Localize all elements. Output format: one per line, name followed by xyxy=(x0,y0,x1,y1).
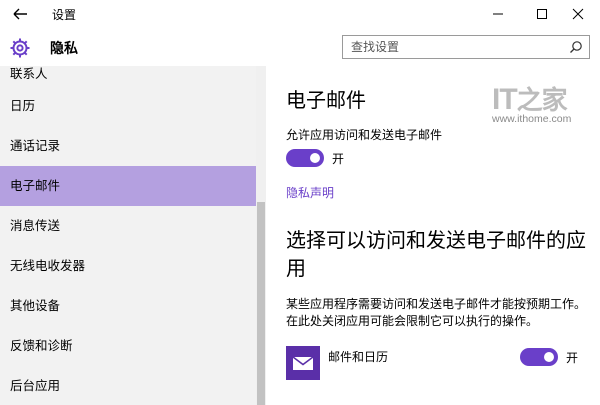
choose-apps-title: 选择可以访问和发送电子邮件的应用 xyxy=(286,228,586,280)
sidebar-item-feedback[interactable]: 反馈和诊断 xyxy=(0,326,256,366)
app-row-mail-calendar: 邮件和日历 开 xyxy=(286,346,600,386)
sidebar-item-email[interactable]: 电子邮件 xyxy=(0,166,256,206)
privacy-statement-link[interactable]: 隐私声明 xyxy=(286,184,334,201)
sidebar-scrollbar[interactable] xyxy=(256,66,266,405)
sidebar-item-other-devices[interactable]: 其他设备 xyxy=(0,286,256,326)
sidebar-scrollbar-thumb[interactable] xyxy=(257,202,265,405)
search-input[interactable] xyxy=(343,36,569,58)
back-arrow-icon xyxy=(13,8,27,20)
allow-email-label: 允许应用访问和发送电子邮件 xyxy=(286,128,443,142)
title-bar: 设置 xyxy=(0,0,600,28)
minimize-button[interactable] xyxy=(476,0,520,28)
sidebar-item-calendar[interactable]: 日历 xyxy=(0,86,256,126)
close-button[interactable] xyxy=(556,0,600,28)
sidebar-item-messaging[interactable]: 消息传送 xyxy=(0,206,256,246)
watermark-url: www.ithome.com xyxy=(492,113,572,125)
search-icon[interactable] xyxy=(569,40,583,54)
watermark: IT之家 www.ithome.com xyxy=(492,80,600,125)
gear-icon xyxy=(8,36,32,60)
mail-icon xyxy=(286,346,320,380)
window-title: 设置 xyxy=(52,8,77,22)
minimize-icon xyxy=(493,13,503,15)
mail-calendar-toggle-label: 开 xyxy=(566,351,579,365)
section-title: 隐私 xyxy=(50,41,78,57)
sidebar: 联系人 日历 通话记录 电子邮件 消息传送 无线电收发器 其他设备 反馈和诊断 … xyxy=(0,66,256,405)
search-box[interactable] xyxy=(342,35,590,59)
allow-email-toggle[interactable] xyxy=(286,149,324,167)
maximize-icon xyxy=(537,9,547,19)
choose-apps-description: 某些应用程序需要访问和发送电子邮件才能按预期工作。在此处关闭应用可能会限制它可以… xyxy=(286,297,587,328)
mail-calendar-toggle[interactable] xyxy=(520,348,558,366)
app-name: 邮件和日历 xyxy=(328,350,389,364)
back-button[interactable] xyxy=(8,4,32,24)
allow-email-toggle-label: 开 xyxy=(332,152,345,166)
toggle-knob xyxy=(310,153,320,163)
sidebar-item-call-history[interactable]: 通话记录 xyxy=(0,126,256,166)
sidebar-item-radios[interactable]: 无线电收发器 xyxy=(0,246,256,286)
watermark-logo: IT之家 xyxy=(492,83,568,116)
settings-header: 隐私 xyxy=(0,28,600,66)
page-title: 电子邮件 xyxy=(286,88,366,112)
toggle-knob xyxy=(544,352,554,362)
sidebar-item-background-apps[interactable]: 后台应用 xyxy=(0,366,256,405)
close-icon xyxy=(572,8,584,20)
